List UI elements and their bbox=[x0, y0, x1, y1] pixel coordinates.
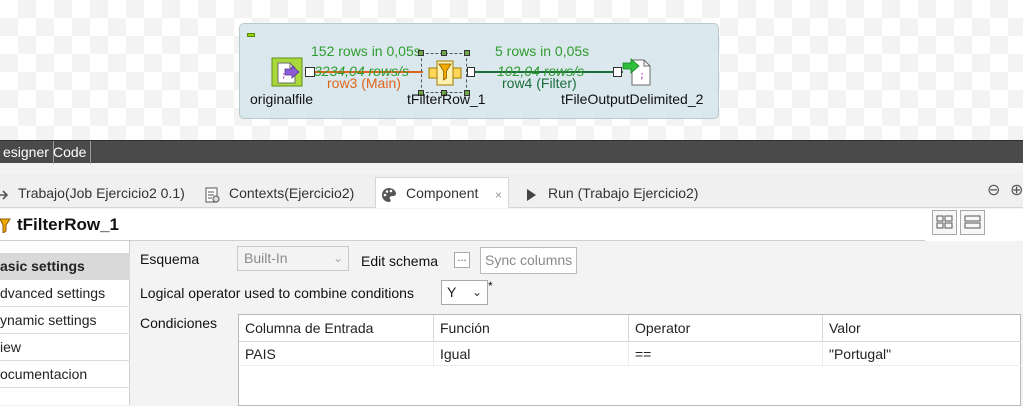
stat-row3: 152 rows in 0,05s bbox=[311, 43, 421, 59]
tab-label: Trabajo(Job Ejercicio2 0.1) bbox=[18, 184, 185, 201]
logical-operator-label: Logical operator used to combine conditi… bbox=[140, 285, 414, 301]
nav-advanced-settings[interactable]: dvanced settings bbox=[0, 280, 130, 307]
esquema-select: Built-In ⌄ bbox=[237, 246, 349, 271]
tab-run[interactable]: Run (Trabajo Ejercicio2) bbox=[522, 177, 698, 208]
list-layout-icon bbox=[964, 215, 981, 229]
component-title: tFilterRow_1 bbox=[17, 215, 120, 234]
column-header[interactable]: Operator bbox=[629, 315, 823, 342]
esquema-value: Built-In bbox=[244, 250, 288, 266]
nav-basic-settings[interactable]: asic settings bbox=[0, 253, 130, 280]
job-icon bbox=[0, 184, 10, 202]
selection-handle-icon[interactable] bbox=[464, 50, 470, 56]
condiciones-label: Condiciones bbox=[140, 315, 218, 331]
maximize-icon[interactable]: ⊕ bbox=[1010, 180, 1023, 200]
edit-schema-label: Edit schema bbox=[361, 253, 439, 269]
nav-view[interactable]: iew bbox=[0, 334, 130, 361]
tab-contexts[interactable]: Contexts(Ejercicio2) bbox=[203, 177, 354, 208]
column-header[interactable]: Columna de Entrada bbox=[239, 315, 434, 342]
selection-handle-icon[interactable] bbox=[441, 50, 447, 56]
table-cell[interactable]: "Portugal" bbox=[823, 343, 1021, 366]
conditions-table[interactable]: Columna de Entrada Función Operator Valo… bbox=[238, 314, 1021, 406]
tab-designer[interactable]: esigner bbox=[0, 141, 54, 164]
close-icon[interactable]: × bbox=[495, 180, 502, 210]
tab-trabajo[interactable]: Trabajo(Job Ejercicio2 0.1) bbox=[0, 177, 185, 208]
output-port-icon[interactable] bbox=[467, 67, 475, 77]
list-layout-button[interactable] bbox=[960, 210, 985, 235]
subjob-box[interactable]: 152 rows in 0,05s 5 rows in 0,05s 3234,0… bbox=[239, 23, 719, 119]
required-marker: * bbox=[488, 279, 493, 293]
contexts-icon bbox=[203, 184, 221, 202]
tab-label: Run (Trabajo Ejercicio2) bbox=[548, 184, 699, 201]
tab-label: Contexts(Ejercicio2) bbox=[229, 184, 355, 201]
settings-nav: asic settings dvanced settings ynamic se… bbox=[0, 241, 130, 405]
component-name-originalfile[interactable]: originalfile bbox=[250, 91, 313, 107]
table-cell[interactable]: PAIS bbox=[239, 343, 434, 366]
component-palette-icon bbox=[380, 184, 398, 202]
minimize-icon[interactable]: ⊖ bbox=[987, 180, 1000, 200]
table-cell[interactable]: == bbox=[629, 343, 823, 366]
designer-canvas[interactable]: 152 rows in 0,05s 5 rows in 0,05s 3234,0… bbox=[0, 0, 1023, 140]
connection-label-row3[interactable]: row3 (Main) bbox=[327, 75, 401, 91]
grid-layout-button[interactable] bbox=[932, 210, 957, 235]
filter-icon[interactable] bbox=[428, 58, 462, 88]
run-icon bbox=[522, 184, 540, 202]
connection-label-row4[interactable]: row4 (Filter) bbox=[502, 75, 577, 91]
logical-operator-select[interactable]: Y ⌄ bbox=[441, 280, 488, 305]
tab-code[interactable]: Code bbox=[49, 141, 92, 164]
svg-text:;: ; bbox=[639, 70, 645, 81]
edit-schema-button[interactable]: ... bbox=[454, 252, 470, 268]
component-name-tfilterrow[interactable]: tFilterRow_1 bbox=[407, 91, 486, 107]
file-input-icon[interactable]: ; bbox=[271, 57, 305, 87]
column-header[interactable]: Función bbox=[434, 315, 629, 342]
chevron-down-icon: ⌄ bbox=[332, 251, 343, 265]
logical-operator-value: Y bbox=[447, 284, 457, 300]
tab-label: Component bbox=[406, 185, 479, 201]
editor-mode-bar: esigner Code bbox=[0, 140, 1023, 164]
grid-layout-icon bbox=[936, 215, 953, 229]
selection-handle-icon[interactable] bbox=[418, 50, 424, 56]
column-header[interactable]: Valor bbox=[823, 315, 1021, 342]
nav-documentacion[interactable]: ocumentacion bbox=[0, 361, 130, 388]
views-tab-bar: Trabajo(Job Ejercicio2 0.1) Contexts(Eje… bbox=[0, 174, 1023, 208]
file-output-icon[interactable]: ; bbox=[622, 57, 656, 87]
component-name-tfileoutput[interactable]: tFileOutputDelimited_2 bbox=[561, 91, 703, 107]
nav-dynamic-settings[interactable]: ynamic settings bbox=[0, 307, 130, 334]
subjob-collapse-marker[interactable] bbox=[247, 33, 255, 37]
filter-title-icon bbox=[0, 217, 12, 236]
table-cell[interactable]: Igual bbox=[434, 343, 629, 366]
chevron-down-icon: ⌄ bbox=[471, 285, 482, 299]
tab-component[interactable]: Component × bbox=[375, 177, 509, 208]
input-port-icon[interactable] bbox=[613, 67, 622, 77]
stat-row4: 5 rows in 0,05s bbox=[495, 43, 590, 59]
component-header: tFilterRow_1 bbox=[0, 209, 1023, 241]
basic-settings-panel: Esquema Built-In ⌄ Edit schema ... Sync … bbox=[131, 241, 1023, 406]
output-port-icon[interactable] bbox=[305, 67, 315, 77]
esquema-label: Esquema bbox=[140, 251, 200, 267]
sync-columns-button[interactable]: Sync columns bbox=[480, 247, 578, 274]
